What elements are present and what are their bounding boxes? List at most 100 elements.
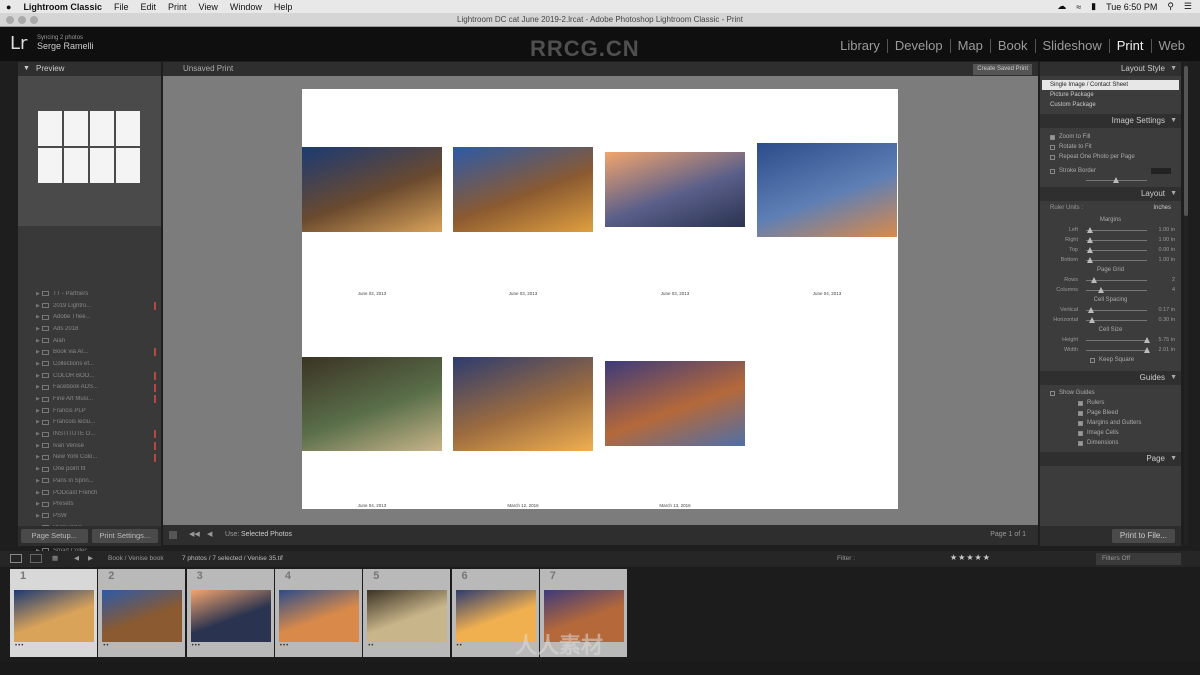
collection-item[interactable]: ▶ COLOR BOO... (22, 370, 157, 382)
page-header[interactable]: Page ▼ (1040, 452, 1181, 466)
prev-page-icon[interactable]: ◀ (207, 525, 212, 545)
expand-arrow-icon[interactable]: ▶ (22, 513, 40, 519)
slider-track[interactable] (1086, 246, 1147, 253)
image-setting-row[interactable]: Zoom to Fill (1040, 132, 1181, 142)
search-icon[interactable]: ⚲ (1167, 1, 1174, 12)
slider-track[interactable] (1086, 256, 1147, 263)
collection-item[interactable]: ▶ PODcast French (22, 487, 157, 499)
guide-checkbox[interactable] (1078, 440, 1083, 446)
print-settings-button[interactable]: Print Settings... (91, 529, 158, 543)
print-photo[interactable] (453, 357, 593, 451)
zoom-window-icon[interactable] (30, 16, 38, 24)
slider-value[interactable]: 0.30 in (1151, 315, 1175, 325)
collapse-triangle-icon[interactable]: ▼ (1170, 452, 1177, 466)
print-photo[interactable] (302, 147, 442, 232)
slider-track[interactable] (1086, 236, 1147, 243)
slider-value[interactable]: 0.00 in (1151, 245, 1175, 255)
expand-arrow-icon[interactable]: ▶ (22, 490, 40, 496)
module-print[interactable]: Print (1110, 39, 1152, 53)
apple-icon[interactable]: ● (6, 2, 11, 12)
menu-file[interactable]: File (114, 2, 129, 12)
collection-item[interactable]: ▶ TT - Partners (22, 288, 157, 300)
layout-style-option[interactable]: Picture Package (1042, 90, 1179, 100)
guide-option[interactable]: Margins and Gutters (1068, 418, 1181, 428)
slider-value[interactable]: 2 (1151, 275, 1175, 285)
stroke-border-checkbox[interactable] (1050, 168, 1055, 174)
slider-row[interactable]: Left 1.00 in (1040, 225, 1181, 235)
stop-icon[interactable] (169, 531, 177, 539)
slider-value[interactable]: 1.00 in (1151, 235, 1175, 245)
expand-arrow-icon[interactable]: ▶ (22, 326, 40, 332)
show-guides-row[interactable]: Show Guides (1040, 388, 1181, 398)
slider-row[interactable]: Width 2.01 in (1040, 345, 1181, 355)
layout-style-option[interactable]: Single Image / Contact Sheet (1042, 80, 1179, 90)
collection-item[interactable]: ▶ Ads 2018 (22, 323, 157, 335)
thumbnail-image[interactable] (14, 590, 94, 642)
slider-knob[interactable] (1089, 316, 1096, 323)
rating-filter[interactable]: ★★★★★ (950, 553, 991, 562)
app-menu[interactable]: Lightroom Classic (23, 2, 102, 12)
slider-knob[interactable] (1090, 276, 1097, 283)
collection-item[interactable]: ▶ Fine Art Musi... (22, 393, 157, 405)
filmstrip-thumbnail[interactable]: 5 •• (363, 569, 451, 657)
menu-window[interactable]: Window (230, 2, 262, 12)
collection-item[interactable]: ▶ One point fit (22, 463, 157, 475)
keep-square-row[interactable]: Keep Square (1040, 355, 1181, 365)
slider-knob[interactable] (1098, 286, 1105, 293)
battery-icon[interactable]: ▮ (1091, 1, 1096, 12)
filmstrip-thumbnail[interactable]: 1 ••• (10, 569, 97, 657)
layout-header[interactable]: Layout ▼ (1040, 187, 1181, 201)
collection-item[interactable]: ▶ Collections ef... (22, 358, 157, 370)
slider-knob[interactable] (1087, 256, 1094, 263)
collection-item[interactable]: ▶ INSTITUTE O... (22, 428, 157, 440)
first-page-icon[interactable]: ◀◀ (189, 525, 200, 545)
image-setting-checkbox[interactable] (1050, 134, 1055, 140)
right-panel-scrollbar[interactable] (1184, 62, 1188, 545)
print-photo[interactable] (757, 143, 897, 237)
expand-arrow-icon[interactable]: ▶ (22, 373, 40, 379)
slider-value[interactable]: 1.00 in (1151, 255, 1175, 265)
menu-list-icon[interactable]: ☰ (1184, 1, 1192, 12)
collection-item[interactable]: ▶ Francois leclu... (22, 417, 157, 429)
thumbnail-image[interactable] (190, 590, 271, 642)
slider-knob[interactable] (1143, 336, 1150, 343)
guides-header[interactable]: Guides ▼ (1040, 371, 1181, 385)
collapse-triangle-icon[interactable]: ▼ (1170, 114, 1177, 128)
grid-view-icon[interactable]: ▦ (52, 554, 58, 562)
back-icon[interactable]: ◀ (74, 554, 79, 562)
slider-knob[interactable] (1087, 306, 1094, 313)
forward-icon[interactable]: ▶ (88, 554, 93, 562)
keep-square-checkbox[interactable] (1090, 357, 1095, 363)
module-slideshow[interactable]: Slideshow (1036, 39, 1110, 53)
collection-item[interactable]: ▶ New York Colo... (22, 452, 157, 464)
image-setting-row[interactable]: Rotate to Fit (1040, 142, 1181, 152)
collapse-triangle-icon[interactable]: ▼ (1170, 371, 1177, 385)
slider-row[interactable]: Vertical 0.17 in (1040, 305, 1181, 315)
create-saved-print-button[interactable]: Create Saved Print (973, 64, 1032, 75)
expand-arrow-icon[interactable]: ▶ (22, 291, 40, 297)
image-setting-row[interactable]: Repeat One Photo per Page (1040, 152, 1181, 162)
expand-arrow-icon[interactable]: ▶ (22, 361, 40, 367)
guide-option[interactable]: Dimensions (1068, 438, 1181, 448)
expand-arrow-icon[interactable]: ▶ (22, 443, 40, 449)
slider-knob[interactable] (1087, 236, 1094, 243)
slider-row[interactable]: Columns 4 (1040, 285, 1181, 295)
use-dropdown[interactable]: Selected Photos (241, 525, 292, 545)
slider-track[interactable] (1086, 226, 1147, 233)
scrollbar-thumb[interactable] (1184, 66, 1188, 216)
slider-row[interactable]: Rows 2 (1040, 275, 1181, 285)
collection-item[interactable]: ▶ PSW (22, 510, 157, 522)
slider-track[interactable] (1086, 346, 1150, 353)
slider-row[interactable]: Horizontal 0.30 in (1040, 315, 1181, 325)
expand-arrow-icon[interactable]: ▶ (22, 396, 40, 402)
guide-option[interactable]: Rulers (1068, 398, 1181, 408)
collection-item[interactable]: ▶ Facebook ADS... (22, 382, 157, 394)
stroke-width-slider[interactable] (1040, 177, 1181, 183)
filters-off-dropdown[interactable]: Filters Off (1096, 553, 1181, 565)
second-window-icon[interactable] (30, 554, 42, 563)
menu-help[interactable]: Help (274, 2, 293, 12)
layout-style-header[interactable]: Layout Style ▼ (1040, 62, 1181, 76)
preview-header[interactable]: ▼ Preview (18, 62, 161, 76)
collection-item[interactable]: ▶ Book via Ar... (22, 346, 157, 358)
slider-row[interactable]: Bottom 1.00 in (1040, 255, 1181, 265)
